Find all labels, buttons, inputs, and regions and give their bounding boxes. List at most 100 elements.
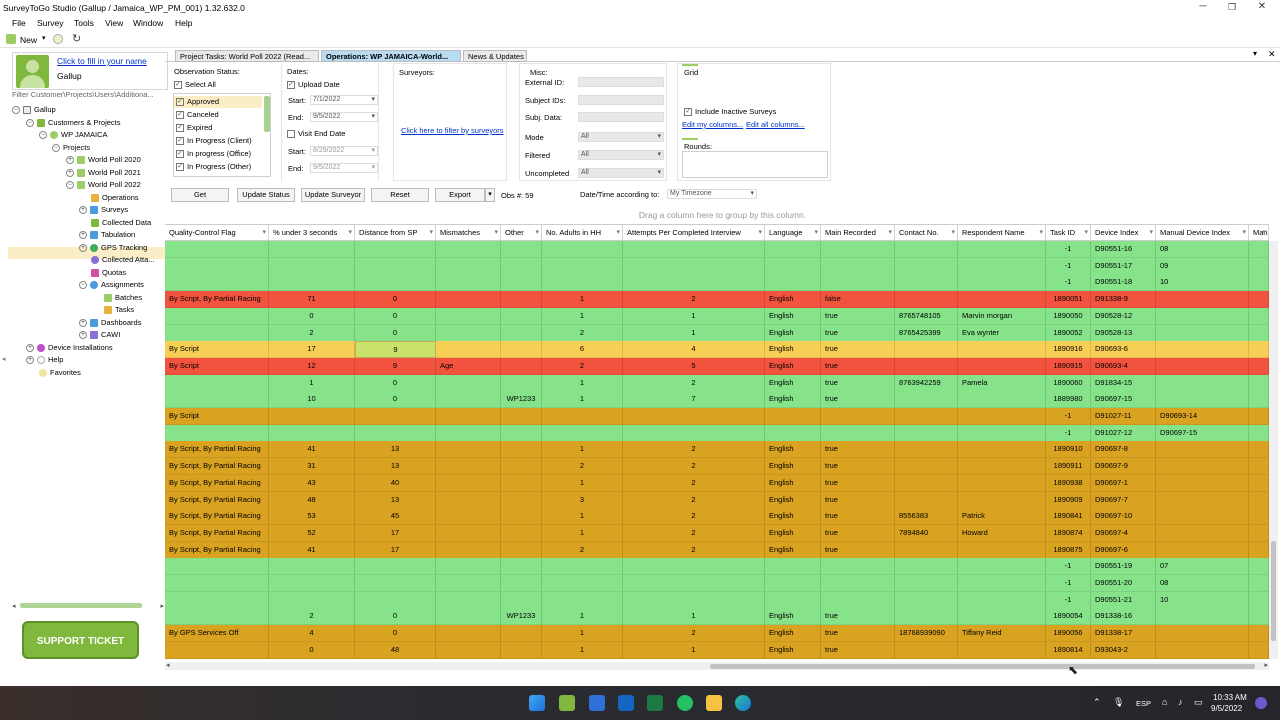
surveytogo-app-icon[interactable] (559, 695, 575, 711)
cell-manual-device-index[interactable] (1156, 307, 1249, 325)
cell-manu[interactable] (1249, 341, 1269, 359)
cell-manu[interactable] (1249, 641, 1269, 659)
visit-end-date-checkbox[interactable]: Visit End Date (287, 129, 345, 139)
tree-node-wp-jamaica[interactable]: − WP JAMAICA (39, 129, 108, 141)
cell-adults-in-hh[interactable] (542, 257, 623, 275)
filter-path[interactable]: Filter Customer\Projects\Users\Additiona… (12, 90, 168, 101)
cell-main-recorded[interactable] (821, 408, 895, 425)
expand-icon[interactable]: + (66, 168, 74, 177)
cell-manu[interactable] (1249, 474, 1269, 492)
filter-surveyors-link[interactable]: Click here to filter by surveyors (401, 126, 504, 135)
cell-under-3-seconds[interactable]: 53 (269, 508, 355, 526)
cell-distance-from-sp[interactable]: 0 (355, 291, 436, 309)
cell-task-id[interactable]: 1890052 (1046, 324, 1091, 342)
tree-node-collected-data[interactable]: Collected Data (91, 217, 151, 229)
subj-data-input[interactable] (578, 112, 664, 122)
cell-manual-device-index[interactable] (1156, 341, 1249, 359)
horizontal-scroll-thumb[interactable] (710, 664, 1255, 669)
cell-device-index[interactable]: D90697-9 (1091, 458, 1156, 476)
cell-mismatches[interactable] (436, 641, 501, 659)
status-item[interactable]: ✓ In progress (Office) (176, 149, 251, 159)
cell-under-3-seconds[interactable]: 43 (269, 474, 355, 492)
column-header-language[interactable]: Language (765, 225, 821, 241)
cell-mismatches[interactable] (436, 241, 501, 258)
cell-other[interactable] (501, 374, 542, 392)
cell-adults-in-hh[interactable] (542, 575, 623, 592)
volume-icon[interactable]: ♪ (1178, 697, 1183, 707)
cell-qc-flag[interactable]: By Script (165, 408, 269, 425)
cell-qc-flag[interactable]: By Script, By Partial Racing (165, 541, 269, 559)
cell-mismatches[interactable] (436, 307, 501, 325)
cell-attempts-per-interview[interactable]: 1 (623, 641, 765, 659)
edit-my-columns-link[interactable]: Edit my columns... (682, 120, 743, 129)
cell-other[interactable] (501, 357, 542, 375)
cell-task-id[interactable]: -1 (1046, 558, 1091, 576)
cell-manual-device-index[interactable]: D90697-15 (1156, 424, 1249, 442)
cell-under-3-seconds[interactable]: 12 (269, 357, 355, 375)
tab-menu-icon[interactable]: ▾ (1253, 49, 1257, 58)
cell-task-id[interactable]: -1 (1046, 274, 1091, 292)
cell-under-3-seconds[interactable]: 0 (269, 641, 355, 659)
cell-attempts-per-interview[interactable] (623, 575, 765, 592)
cell-language[interactable]: English (765, 374, 821, 392)
cell-under-3-seconds[interactable]: 52 (269, 524, 355, 542)
expand-icon[interactable]: + (66, 156, 74, 165)
column-header-adults-in-hh[interactable]: No. Adults in HH (542, 225, 623, 241)
tree-node-cawi[interactable]: + CAWI (79, 329, 120, 341)
cell-contact-no[interactable] (895, 241, 958, 258)
cell-attempts-per-interview[interactable]: 2 (623, 508, 765, 526)
cell-mismatches[interactable] (436, 441, 501, 459)
cell-attempts-per-interview[interactable] (623, 408, 765, 425)
update-status-button[interactable]: Update Status (237, 188, 295, 202)
scroll-left-icon[interactable]: ◂ (12, 602, 16, 610)
cell-mismatches[interactable] (436, 424, 501, 442)
cell-attempts-per-interview[interactable]: 2 (623, 625, 765, 643)
cell-manu[interactable] (1249, 291, 1269, 309)
cell-language[interactable]: English (765, 524, 821, 542)
cell-distance-from-sp[interactable] (355, 591, 436, 609)
cell-device-index[interactable]: D90697-1 (1091, 474, 1156, 492)
cell-language[interactable]: English (765, 491, 821, 509)
cell-attempts-per-interview[interactable]: 7 (623, 391, 765, 409)
cell-respondent-name[interactable] (958, 424, 1046, 442)
cell-manu[interactable] (1249, 575, 1269, 592)
cell-main-recorded[interactable]: true (821, 608, 895, 626)
cell-device-index[interactable]: D90551-18 (1091, 274, 1156, 292)
end-date-picker[interactable]: 9/5/2022 (310, 112, 378, 122)
status-list-scrollbar[interactable] (264, 96, 270, 132)
cell-distance-from-sp[interactable]: 0 (355, 625, 436, 643)
include-inactive-checkbox[interactable]: ✓ Include Inactive Surveys (684, 107, 776, 117)
cell-main-recorded[interactable]: true (821, 458, 895, 476)
cell-adults-in-hh[interactable]: 1 (542, 391, 623, 409)
cell-mismatches[interactable] (436, 474, 501, 492)
cell-manu[interactable] (1249, 241, 1269, 258)
reset-button[interactable]: Reset (371, 188, 429, 202)
cell-language[interactable]: English (765, 474, 821, 492)
cell-under-3-seconds[interactable]: 4 (269, 625, 355, 643)
cell-qc-flag[interactable] (165, 257, 269, 275)
cell-attempts-per-interview[interactable] (623, 558, 765, 576)
tab-operations[interactable]: Operations: WP JAMAICA-World... (321, 50, 461, 62)
cell-contact-no[interactable] (895, 257, 958, 275)
cell-main-recorded[interactable]: true (821, 357, 895, 375)
cell-adults-in-hh[interactable]: 1 (542, 625, 623, 643)
cell-distance-from-sp[interactable]: 48 (355, 641, 436, 659)
tree-node-tasks[interactable]: Tasks (104, 304, 134, 316)
cell-qc-flag[interactable] (165, 591, 269, 609)
cell-adults-in-hh[interactable] (542, 558, 623, 576)
cell-qc-flag[interactable]: By Script, By Partial Racing (165, 458, 269, 476)
tree-node-gps-tracking[interactable]: + GPS Tracking (79, 242, 147, 254)
excel-icon[interactable] (647, 695, 663, 711)
cell-under-3-seconds[interactable]: 48 (269, 491, 355, 509)
cell-manual-device-index[interactable] (1156, 441, 1249, 459)
cell-other[interactable] (501, 558, 542, 576)
cell-task-id[interactable]: 1890051 (1046, 291, 1091, 309)
menu-survey[interactable]: Survey (37, 18, 63, 28)
cell-other[interactable] (501, 291, 542, 309)
cell-main-recorded[interactable]: true (821, 341, 895, 359)
cell-device-index[interactable]: D91338-9 (1091, 291, 1156, 309)
cell-qc-flag[interactable] (165, 424, 269, 442)
cell-mismatches[interactable] (436, 575, 501, 592)
cell-other[interactable] (501, 324, 542, 342)
cell-main-recorded[interactable]: false (821, 291, 895, 309)
